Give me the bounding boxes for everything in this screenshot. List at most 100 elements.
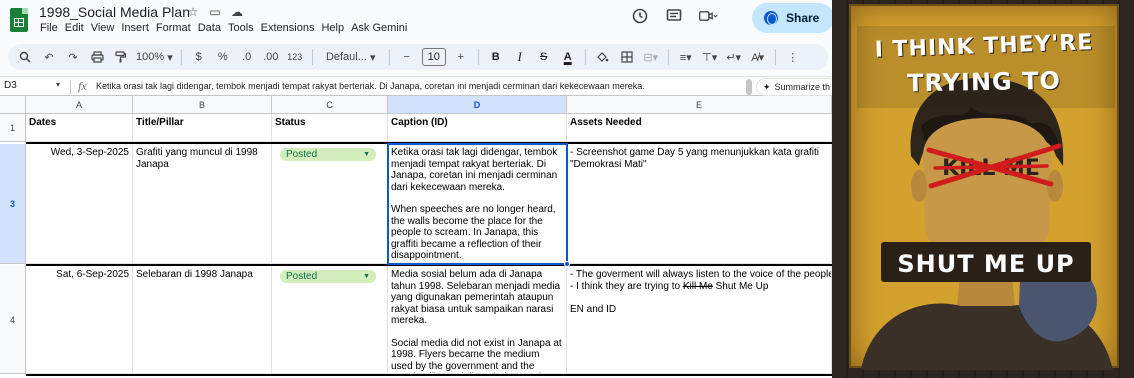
column-header-e[interactable]: E [567,96,832,114]
title-bar: 1998_Social Media Plan ☆ ▭ ☁ File Edit V… [0,0,832,40]
increase-font-size-button[interactable]: + [452,46,470,68]
more-options-icon[interactable]: ⋮ [784,46,802,68]
menu-data[interactable]: Data [196,21,226,35]
menu-format[interactable]: Format [154,21,196,35]
row-header-1[interactable]: 1 [0,114,26,142]
fx-icon: fx [78,79,87,93]
zoom-value: 100% [136,51,165,63]
formula-scrollbar[interactable] [746,79,752,95]
row-header-3[interactable]: 3 [0,144,26,264]
paint-format-icon[interactable] [112,46,130,68]
merge-cells-icon[interactable]: ⊟▾ [642,46,660,68]
bold-button[interactable]: B [487,46,505,68]
undo-icon[interactable]: ↶ [40,46,58,68]
menu-edit[interactable]: Edit [63,21,89,35]
increase-decimal-button[interactable]: .00 [262,46,280,68]
borders-icon[interactable] [618,46,636,68]
row-header-4[interactable]: 4 [0,266,26,374]
globe-icon [764,11,778,25]
status-cell[interactable]: Posted ▼ [272,266,388,374]
menu-ask-gemini[interactable]: Ask Gemini [349,21,412,35]
formula-bar: D3 ▾ fx Ketika orasi tak lagi didengar, … [0,76,832,96]
header-cell-caption[interactable]: Caption (ID) [388,114,567,142]
summarize-button[interactable]: ✦ Summarize th [756,78,832,96]
header-cell-dates[interactable]: Dates [26,114,133,142]
column-header-c[interactable]: C [272,96,388,114]
status-dropdown-chip[interactable]: Posted ▼ [280,270,376,283]
assets-line: - The goverment will always listen to th… [570,269,832,280]
version-history-icon[interactable] [630,6,650,26]
assets-cell[interactable]: - Screenshot game Day 5 yang menunjukkan… [567,144,832,264]
toolbar-divider [477,49,479,65]
percent-format-button[interactable]: % [214,46,232,68]
chevron-down-icon: ▼ [363,272,370,280]
document-title[interactable]: 1998_Social Media Plan [39,4,190,20]
date-cell[interactable]: Sat, 6-Sep-2025 [26,266,133,374]
horizontal-align-icon[interactable]: ≡▾ [677,46,695,68]
font-family-select[interactable]: Defaul... ▾ [321,46,381,68]
menu-view[interactable]: View [89,21,120,35]
number-format-button[interactable]: 123 [286,46,304,68]
status-cell[interactable]: Posted ▼ [272,144,388,264]
share-label: Share [786,11,820,25]
fill-color-icon[interactable] [594,46,612,68]
spreadsheet-window: 1998_Social Media Plan ☆ ▭ ☁ File Edit V… [0,0,832,378]
decrease-decimal-button[interactable]: .0 [238,46,256,68]
column-header-a[interactable]: A [26,96,133,114]
search-menus-icon[interactable] [16,46,34,68]
menu-help[interactable]: Help [319,21,349,35]
decrease-font-size-button[interactable]: − [398,46,416,68]
cloud-status-icon[interactable]: ☁ [230,4,244,20]
assets-line: EN and ID [570,304,617,315]
date-cell[interactable]: Wed, 3-Sep-2025 [26,144,133,264]
zoom-select[interactable]: 100% ▾ [136,46,173,68]
header-cell-title[interactable]: Title/Pillar [133,114,272,142]
caption-cell[interactable]: Ketika orasi tak lagi didengar, tembok m… [388,144,567,264]
row-divider [26,374,832,376]
text-wrapping-icon[interactable]: ↵▾ [725,46,743,68]
name-box-caret-icon[interactable]: ▾ [56,80,60,89]
share-button[interactable]: Share [752,3,832,33]
star-icon[interactable]: ☆ [186,4,200,20]
currency-format-button[interactable]: $ [190,46,208,68]
menu-tools[interactable]: Tools [226,21,259,35]
fill-handle[interactable] [564,261,570,267]
strikethrough-button[interactable]: S [535,46,553,68]
assets-cell[interactable]: - The goverment will always listen to th… [567,266,832,374]
summarize-label: Summarize th [774,82,831,92]
comments-icon[interactable] [664,6,684,26]
meet-video-icon[interactable] [698,6,718,26]
column-header-d[interactable]: D [388,96,567,114]
text-color-button[interactable]: A [559,46,577,68]
font-size-value: 10 [421,48,446,66]
vertical-align-icon[interactable]: ⊤▾ [701,46,719,68]
italic-button[interactable]: I [511,46,529,68]
select-all-corner[interactable] [0,96,26,114]
sheets-logo-icon[interactable] [10,8,28,32]
sheet-grid: A B C D E 1 Dates Title/Pillar Status Ca… [0,96,832,378]
menu-file[interactable]: File [38,21,63,35]
caption-en-text: When speeches are no longer heard, the w… [391,204,556,261]
header-cell-assets[interactable]: Assets Needed [567,114,832,142]
text-rotation-icon[interactable]: A̸▾ [749,46,767,68]
header-cell-status[interactable]: Status [272,114,388,142]
title-cell[interactable]: Selebaran di 1998 Janapa [133,266,272,374]
print-icon[interactable] [88,46,106,68]
column-header-b[interactable]: B [133,96,272,114]
menu-insert[interactable]: Insert [119,21,154,35]
title-cell[interactable]: Grafiti yang muncul di 1998 Janapa [133,144,272,264]
menu-bar: File Edit View Insert Format Data Tools … [38,21,412,35]
redo-icon[interactable]: ↷ [64,46,82,68]
poster-panel: I THINK THEY'RE TRYING TO KILL ME SHUT M… [832,0,1134,378]
formula-input[interactable]: Ketika orasi tak lagi didengar, tembok m… [96,81,645,91]
status-chip-label: Posted [286,270,318,282]
caption-cell[interactable]: Media sosial belum ada di Janapa tahun 1… [388,266,567,374]
poster-gag-text: SHUT ME UP [897,250,1075,278]
assets-strikethrough-text: Kill Me [682,280,713,292]
name-box[interactable]: D3 [4,80,64,91]
status-dropdown-chip[interactable]: Posted ▼ [280,148,376,161]
font-size-field[interactable]: 10 [421,46,446,68]
menu-extensions[interactable]: Extensions [259,21,320,35]
move-folder-icon[interactable]: ▭ [208,4,222,20]
formula-divider [70,80,71,94]
